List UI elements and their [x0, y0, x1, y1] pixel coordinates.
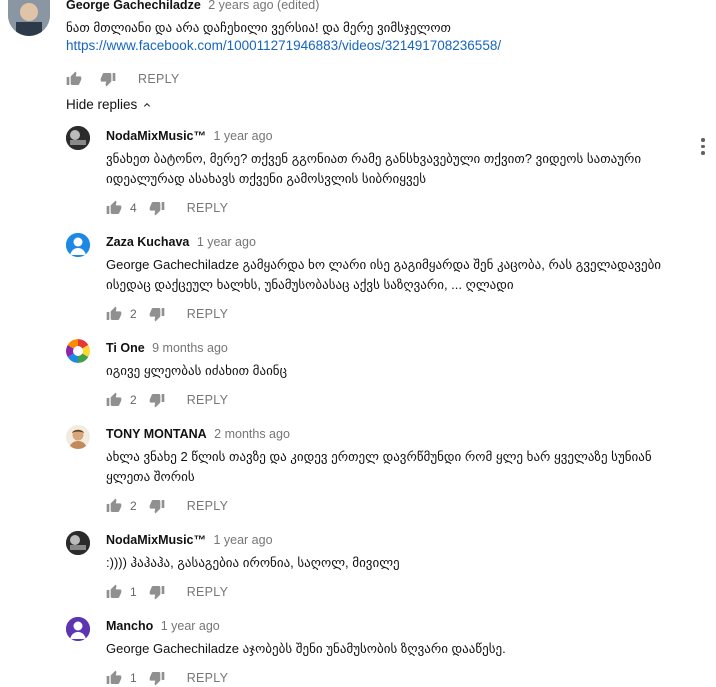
comment-text: ნათ მთლიანი და არა დაჩეხილი ვერსია! და მ… [66, 20, 451, 35]
avatar[interactable] [66, 531, 90, 555]
thumb-down-icon[interactable] [149, 584, 165, 600]
avatar[interactable] [66, 617, 90, 641]
avatar[interactable] [66, 339, 90, 363]
like-count: 2 [130, 307, 137, 321]
reply-header: NodaMixMusic™ 1 year ago [106, 127, 273, 145]
author-name[interactable]: NodaMixMusic™ [106, 129, 206, 143]
comment-time[interactable]: 2 months ago [214, 427, 290, 441]
author-name[interactable]: Ti One [106, 341, 145, 355]
avatar[interactable] [66, 425, 90, 449]
author-name[interactable]: George Gachechiladze [66, 0, 201, 12]
like-count: 4 [130, 201, 137, 215]
thumb-up-icon[interactable] [106, 670, 122, 686]
reply-text: ვნახეთ ბატონო, მერე? თქვენ გგონიათ რამე … [106, 151, 642, 186]
reply-text: George Gachechiladze აჯობებს შენი უნამუს… [106, 641, 506, 656]
author-name[interactable]: Mancho [106, 619, 153, 633]
hide-replies-button[interactable]: Hide replies [66, 97, 153, 112]
reply-button[interactable]: REPLY [187, 201, 229, 215]
avatar[interactable] [8, 0, 50, 36]
reply-actions: 4 REPLY [106, 199, 228, 217]
thumb-up-icon[interactable] [106, 392, 122, 408]
thumb-down-icon[interactable] [149, 306, 165, 322]
comment-link[interactable]: https://www.facebook.com/100011271946883… [66, 38, 501, 53]
thumb-up-icon[interactable] [106, 584, 122, 600]
chevron-up-icon [144, 102, 151, 107]
thumb-down-icon[interactable] [149, 392, 165, 408]
comment-time[interactable]: 1 year ago [161, 619, 220, 633]
thumb-up-icon[interactable] [106, 200, 122, 216]
like-count: 2 [130, 499, 137, 513]
reply-actions: 2 REPLY [106, 305, 228, 323]
reply-text: :)))) ჰაჰაჰა, გასაგებია ირონია, საღოლ, მ… [106, 555, 400, 570]
reply-button[interactable]: REPLY [138, 72, 180, 86]
like-count: 2 [130, 393, 137, 407]
reply-header: Ti One 9 months ago [106, 339, 228, 357]
more-vert-icon[interactable] [700, 138, 706, 156]
thumb-down-icon[interactable] [149, 200, 165, 216]
reply-button[interactable]: REPLY [187, 307, 229, 321]
comment-time[interactable]: 9 months ago [152, 341, 228, 355]
comment-header: George Gachechiladze 2 years ago (edited… [66, 0, 319, 14]
reply-button[interactable]: REPLY [187, 499, 229, 513]
hide-replies-label: Hide replies [66, 97, 138, 112]
comment-time[interactable]: 1 year ago [213, 129, 272, 143]
comment-time[interactable]: 1 year ago [213, 533, 272, 547]
thumb-up-icon[interactable] [106, 306, 122, 322]
reply-header: Zaza Kuchava 1 year ago [106, 233, 256, 251]
thumb-up-icon[interactable] [106, 498, 122, 514]
reply-header: NodaMixMusic™ 1 year ago [106, 531, 273, 549]
reply-actions: 2 REPLY [106, 391, 228, 409]
author-name[interactable]: Zaza Kuchava [106, 235, 189, 249]
comment-actions: REPLY [66, 70, 180, 88]
reply-header: Mancho 1 year ago [106, 617, 220, 635]
reply-actions: 1 REPLY [106, 583, 228, 601]
thumb-down-icon[interactable] [149, 670, 165, 686]
author-name[interactable]: NodaMixMusic™ [106, 533, 206, 547]
author-name[interactable]: TONY MONTANA [106, 427, 207, 441]
avatar[interactable] [66, 126, 90, 150]
reply-button[interactable]: REPLY [187, 393, 229, 407]
thumb-down-icon[interactable] [149, 498, 165, 514]
reply-actions: 1 REPLY [106, 669, 228, 687]
reply-button[interactable]: REPLY [187, 585, 229, 599]
comment-time[interactable]: 1 year ago [197, 235, 256, 249]
thumb-up-icon[interactable] [66, 71, 82, 87]
reply-text: იგივე ყლეობას იძახით მაინც [106, 363, 288, 378]
comment-time[interactable]: 2 years ago (edited) [208, 0, 319, 12]
like-count: 1 [130, 585, 137, 599]
like-count: 1 [130, 671, 137, 685]
reply-header: TONY MONTANA 2 months ago [106, 425, 290, 443]
thumb-down-icon[interactable] [100, 71, 116, 87]
reply-actions: 2 REPLY [106, 497, 228, 515]
reply-button[interactable]: REPLY [187, 671, 229, 685]
avatar[interactable] [66, 233, 90, 257]
reply-text: ახლა ვნახე 2 წლის თავზე და კიდევ ერთელ დ… [106, 449, 652, 484]
reply-text: George Gachechiladze გამყარდა ხო ლარი ის… [106, 257, 662, 292]
